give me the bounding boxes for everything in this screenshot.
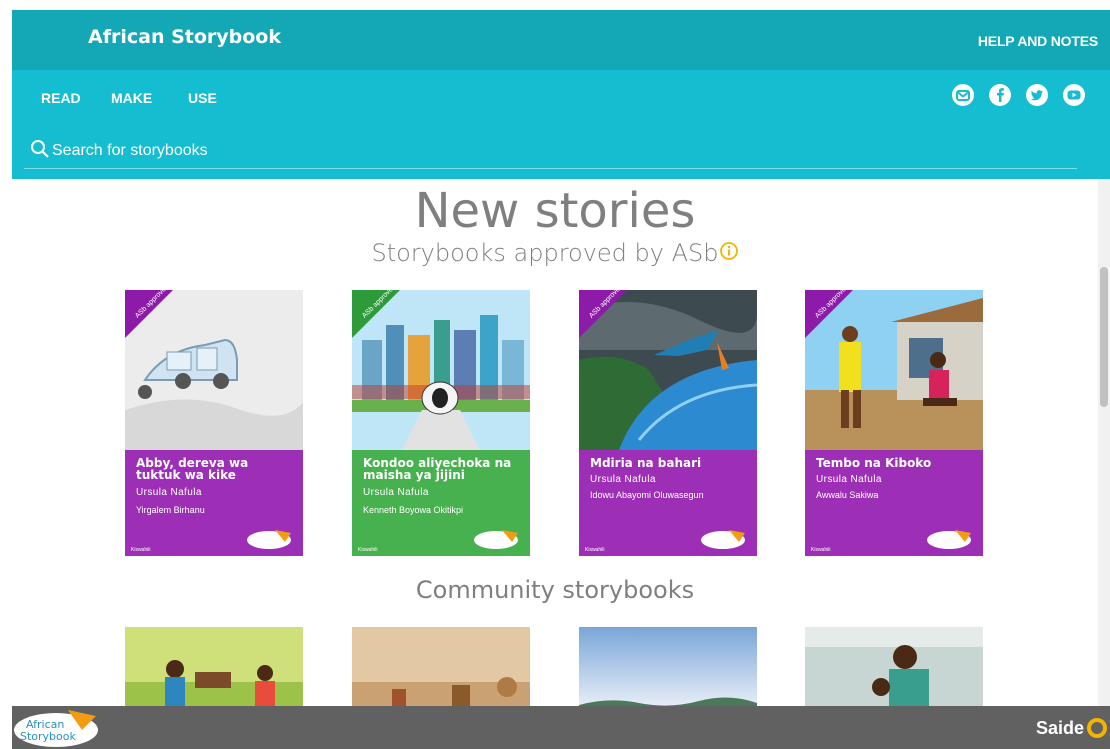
twitter-icon[interactable] (1026, 84, 1048, 106)
section-subtitle: Storybooks approved by ASb (0, 239, 1098, 267)
book-card[interactable]: Tembo na Kiboko Ursula Nafula Awwalu Sak… (805, 290, 983, 556)
book-title: Mdiria na bahari (590, 456, 702, 470)
community-book-cover[interactable] (352, 627, 530, 706)
site-title[interactable]: African Storybook (88, 26, 281, 48)
book-card[interactable]: Abby, dereva wa tuktuk wa kike Ursula Na… (125, 290, 303, 556)
book-author: Ursula Nafula (590, 474, 656, 485)
saide-text: Saide (1035, 718, 1084, 738)
book-card[interactable]: Kondoo aliyechoka na maisha ya jijini Ur… (352, 290, 530, 556)
asb-approved-ribbon: ASb approved (805, 290, 853, 338)
asb-approved-ribbon: ASb approved (579, 290, 627, 338)
page-title: New stories (414, 183, 696, 239)
search-input[interactable] (50, 138, 754, 164)
asb-approved-ribbon: ASb approved (352, 290, 400, 338)
book-language: Kiswahili (131, 547, 151, 553)
email-icon[interactable] (952, 84, 974, 106)
logo-text-line2: Storybook (20, 730, 77, 743)
search-icon (31, 140, 49, 158)
search-bar (24, 134, 1077, 169)
asb-logo-icon (701, 530, 745, 549)
book-author: Ursula Nafula (363, 487, 429, 498)
saide-logo-icon (1087, 718, 1107, 738)
book-title: Abby, dereva wa tuktuk wa kike (136, 456, 249, 482)
book-language: Kiswahili (585, 547, 605, 553)
book-info-band: Kondoo aliyechoka na maisha ya jijini Ur… (352, 450, 530, 556)
scrollbar-thumb[interactable] (1100, 267, 1108, 407)
asb-logo-icon (474, 530, 518, 549)
saide-logo[interactable]: Saide (1036, 718, 1084, 739)
section-subtitle-text: Storybooks approved by ASb (371, 239, 719, 267)
youtube-icon[interactable] (1063, 84, 1085, 106)
nav-use[interactable]: USE (188, 90, 217, 106)
book-author: Ursula Nafula (136, 487, 202, 498)
book-info-band: Abby, dereva wa tuktuk wa kike Ursula Na… (125, 450, 303, 556)
book-card[interactable]: Mdiria na bahari Ursula Nafula Idowu Aba… (579, 290, 757, 556)
book-illustrator: Awwalu Sakiwa (816, 490, 879, 500)
book-title: Tembo na Kiboko (816, 456, 932, 470)
asb-logo-icon (247, 530, 291, 549)
book-info-band: Mdiria na bahari Ursula Nafula Idowu Aba… (579, 450, 757, 556)
info-icon[interactable] (719, 241, 739, 261)
asb-logo-icon (927, 530, 971, 549)
book-language: Kiswahili (358, 547, 378, 553)
book-info-band: Tembo na Kiboko Ursula Nafula Awwalu Sak… (805, 450, 983, 556)
community-book-cover[interactable] (579, 627, 757, 706)
nav-make[interactable]: MAKE (111, 90, 152, 106)
community-book-cover[interactable] (125, 627, 303, 706)
book-illustrator: Yirgalem Birhanu (136, 505, 205, 515)
community-book-cover[interactable] (805, 627, 983, 706)
african-storybook-logo[interactable]: African Storybook (12, 706, 102, 749)
navigation-bar: READ MAKE USE (12, 70, 1110, 179)
vertical-scrollbar[interactable] (1098, 179, 1110, 706)
help-and-notes-link[interactable]: HELP AND NOTES (978, 33, 1098, 49)
book-illustrator: Idowu Abayomi Oluwasegun (590, 490, 704, 500)
community-heading: Community storybooks (415, 576, 695, 604)
book-title: Kondoo aliyechoka na maisha ya jijini (363, 456, 512, 482)
nav-read[interactable]: READ (41, 90, 81, 106)
footer: African Storybook Saide (12, 706, 1110, 749)
book-language: Kiswahili (811, 547, 831, 553)
asb-approved-ribbon: ASb approved (125, 290, 173, 338)
book-author: Ursula Nafula (816, 474, 882, 485)
facebook-icon[interactable] (989, 84, 1011, 106)
book-illustrator: Kenneth Boyowa Okitikpi (363, 505, 464, 515)
main-content: New stories Storybooks approved by ASb A… (0, 179, 1098, 706)
top-bar: African Storybook HELP AND NOTES (12, 10, 1110, 70)
